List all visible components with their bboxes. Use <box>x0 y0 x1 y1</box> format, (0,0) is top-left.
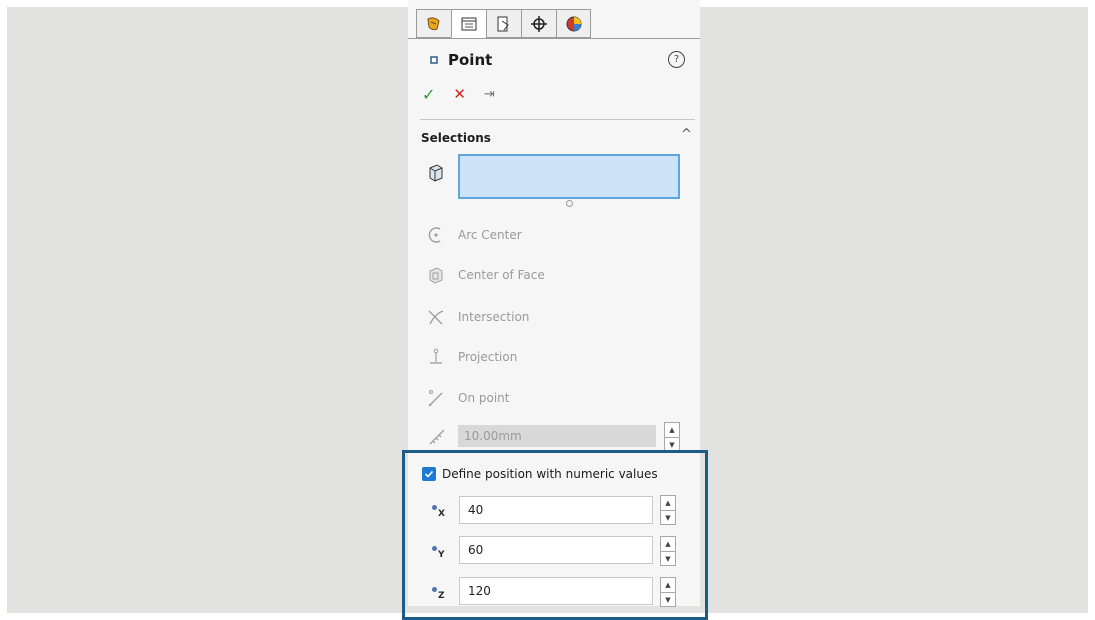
define-position-checkbox-row[interactable]: Define position with numeric values <box>422 467 658 481</box>
chevron-up-icon[interactable]: ▲ <box>661 537 675 551</box>
dimxpert-manager-icon <box>531 15 547 32</box>
property-manager-icon <box>461 17 477 30</box>
on-point-icon <box>428 390 443 407</box>
y-coordinate-icon: Y <box>432 544 452 564</box>
projection-icon <box>430 348 442 364</box>
collapse-button[interactable]: ^ <box>681 127 692 142</box>
define-position-checkbox[interactable] <box>422 467 436 481</box>
distance-icon <box>429 429 445 445</box>
option-center-of-face[interactable]: Center of Face <box>425 264 545 286</box>
chevron-up-icon[interactable]: ▲ <box>665 423 679 437</box>
resize-handle[interactable] <box>566 200 573 207</box>
point-icon <box>430 56 438 64</box>
chevron-down-icon[interactable]: ▼ <box>661 593 675 607</box>
option-label: Intersection <box>458 310 530 324</box>
tab-display-manager[interactable] <box>556 9 591 38</box>
tab-divider <box>408 38 700 39</box>
option-label: On point <box>458 391 510 405</box>
intersection-icon <box>428 310 444 325</box>
configuration-manager-icon <box>497 16 509 31</box>
feature-manager-icon <box>427 16 440 30</box>
display-manager-icon <box>566 16 581 31</box>
help-icon[interactable]: ? <box>668 51 685 68</box>
reference-entity-icon <box>429 164 443 182</box>
y-coordinate-input[interactable]: 60 <box>459 536 653 564</box>
selection-list-box[interactable] <box>458 154 680 199</box>
ok-button[interactable]: ✓ <box>422 85 435 104</box>
chevron-up-icon[interactable]: ▲ <box>661 578 675 592</box>
y-spinner[interactable]: ▲ ▼ <box>660 536 676 566</box>
checkmark-icon <box>424 470 434 478</box>
option-intersection[interactable]: Intersection <box>425 306 529 328</box>
divider <box>420 119 695 120</box>
manager-tabs <box>416 9 642 39</box>
checkbox-label: Define position with numeric values <box>442 467 658 481</box>
action-bar: ✓ ✕ ⇥ <box>422 82 495 106</box>
tab-feature-manager[interactable] <box>416 9 451 38</box>
option-label: Arc Center <box>458 228 522 242</box>
tab-dimxpert-manager[interactable] <box>521 9 556 38</box>
x-coordinate-icon: X <box>432 503 452 523</box>
chevron-down-icon[interactable]: ▼ <box>661 552 675 566</box>
option-label: Center of Face <box>458 268 545 282</box>
option-label: Projection <box>458 350 518 364</box>
section-title-selections: Selections <box>421 131 491 145</box>
z-spinner[interactable]: ▲ ▼ <box>660 577 676 607</box>
cancel-button[interactable]: ✕ <box>453 85 466 103</box>
z-coordinate-input[interactable]: 120 <box>459 577 653 605</box>
tab-configuration-manager[interactable] <box>486 9 521 38</box>
distance-input[interactable]: 10.00mm <box>458 425 656 447</box>
option-projection[interactable]: Projection <box>425 346 517 368</box>
chevron-up-icon[interactable]: ▲ <box>661 496 675 510</box>
option-arc-center[interactable]: Arc Center <box>425 224 522 246</box>
center-of-face-icon <box>429 267 443 284</box>
option-on-point[interactable]: On point <box>425 387 509 409</box>
z-coordinate-icon: Z <box>432 585 452 605</box>
tab-property-manager[interactable] <box>451 9 486 38</box>
x-spinner[interactable]: ▲ ▼ <box>660 495 676 525</box>
pin-button[interactable]: ⇥ <box>484 87 495 102</box>
arc-center-icon <box>428 227 441 243</box>
chevron-down-icon[interactable]: ▼ <box>661 511 675 525</box>
x-coordinate-input[interactable]: 40 <box>459 496 653 524</box>
page-title: Point <box>448 51 493 69</box>
distance-spinner[interactable]: ▲ ▼ <box>664 422 680 452</box>
property-header: Point ? <box>430 48 690 72</box>
